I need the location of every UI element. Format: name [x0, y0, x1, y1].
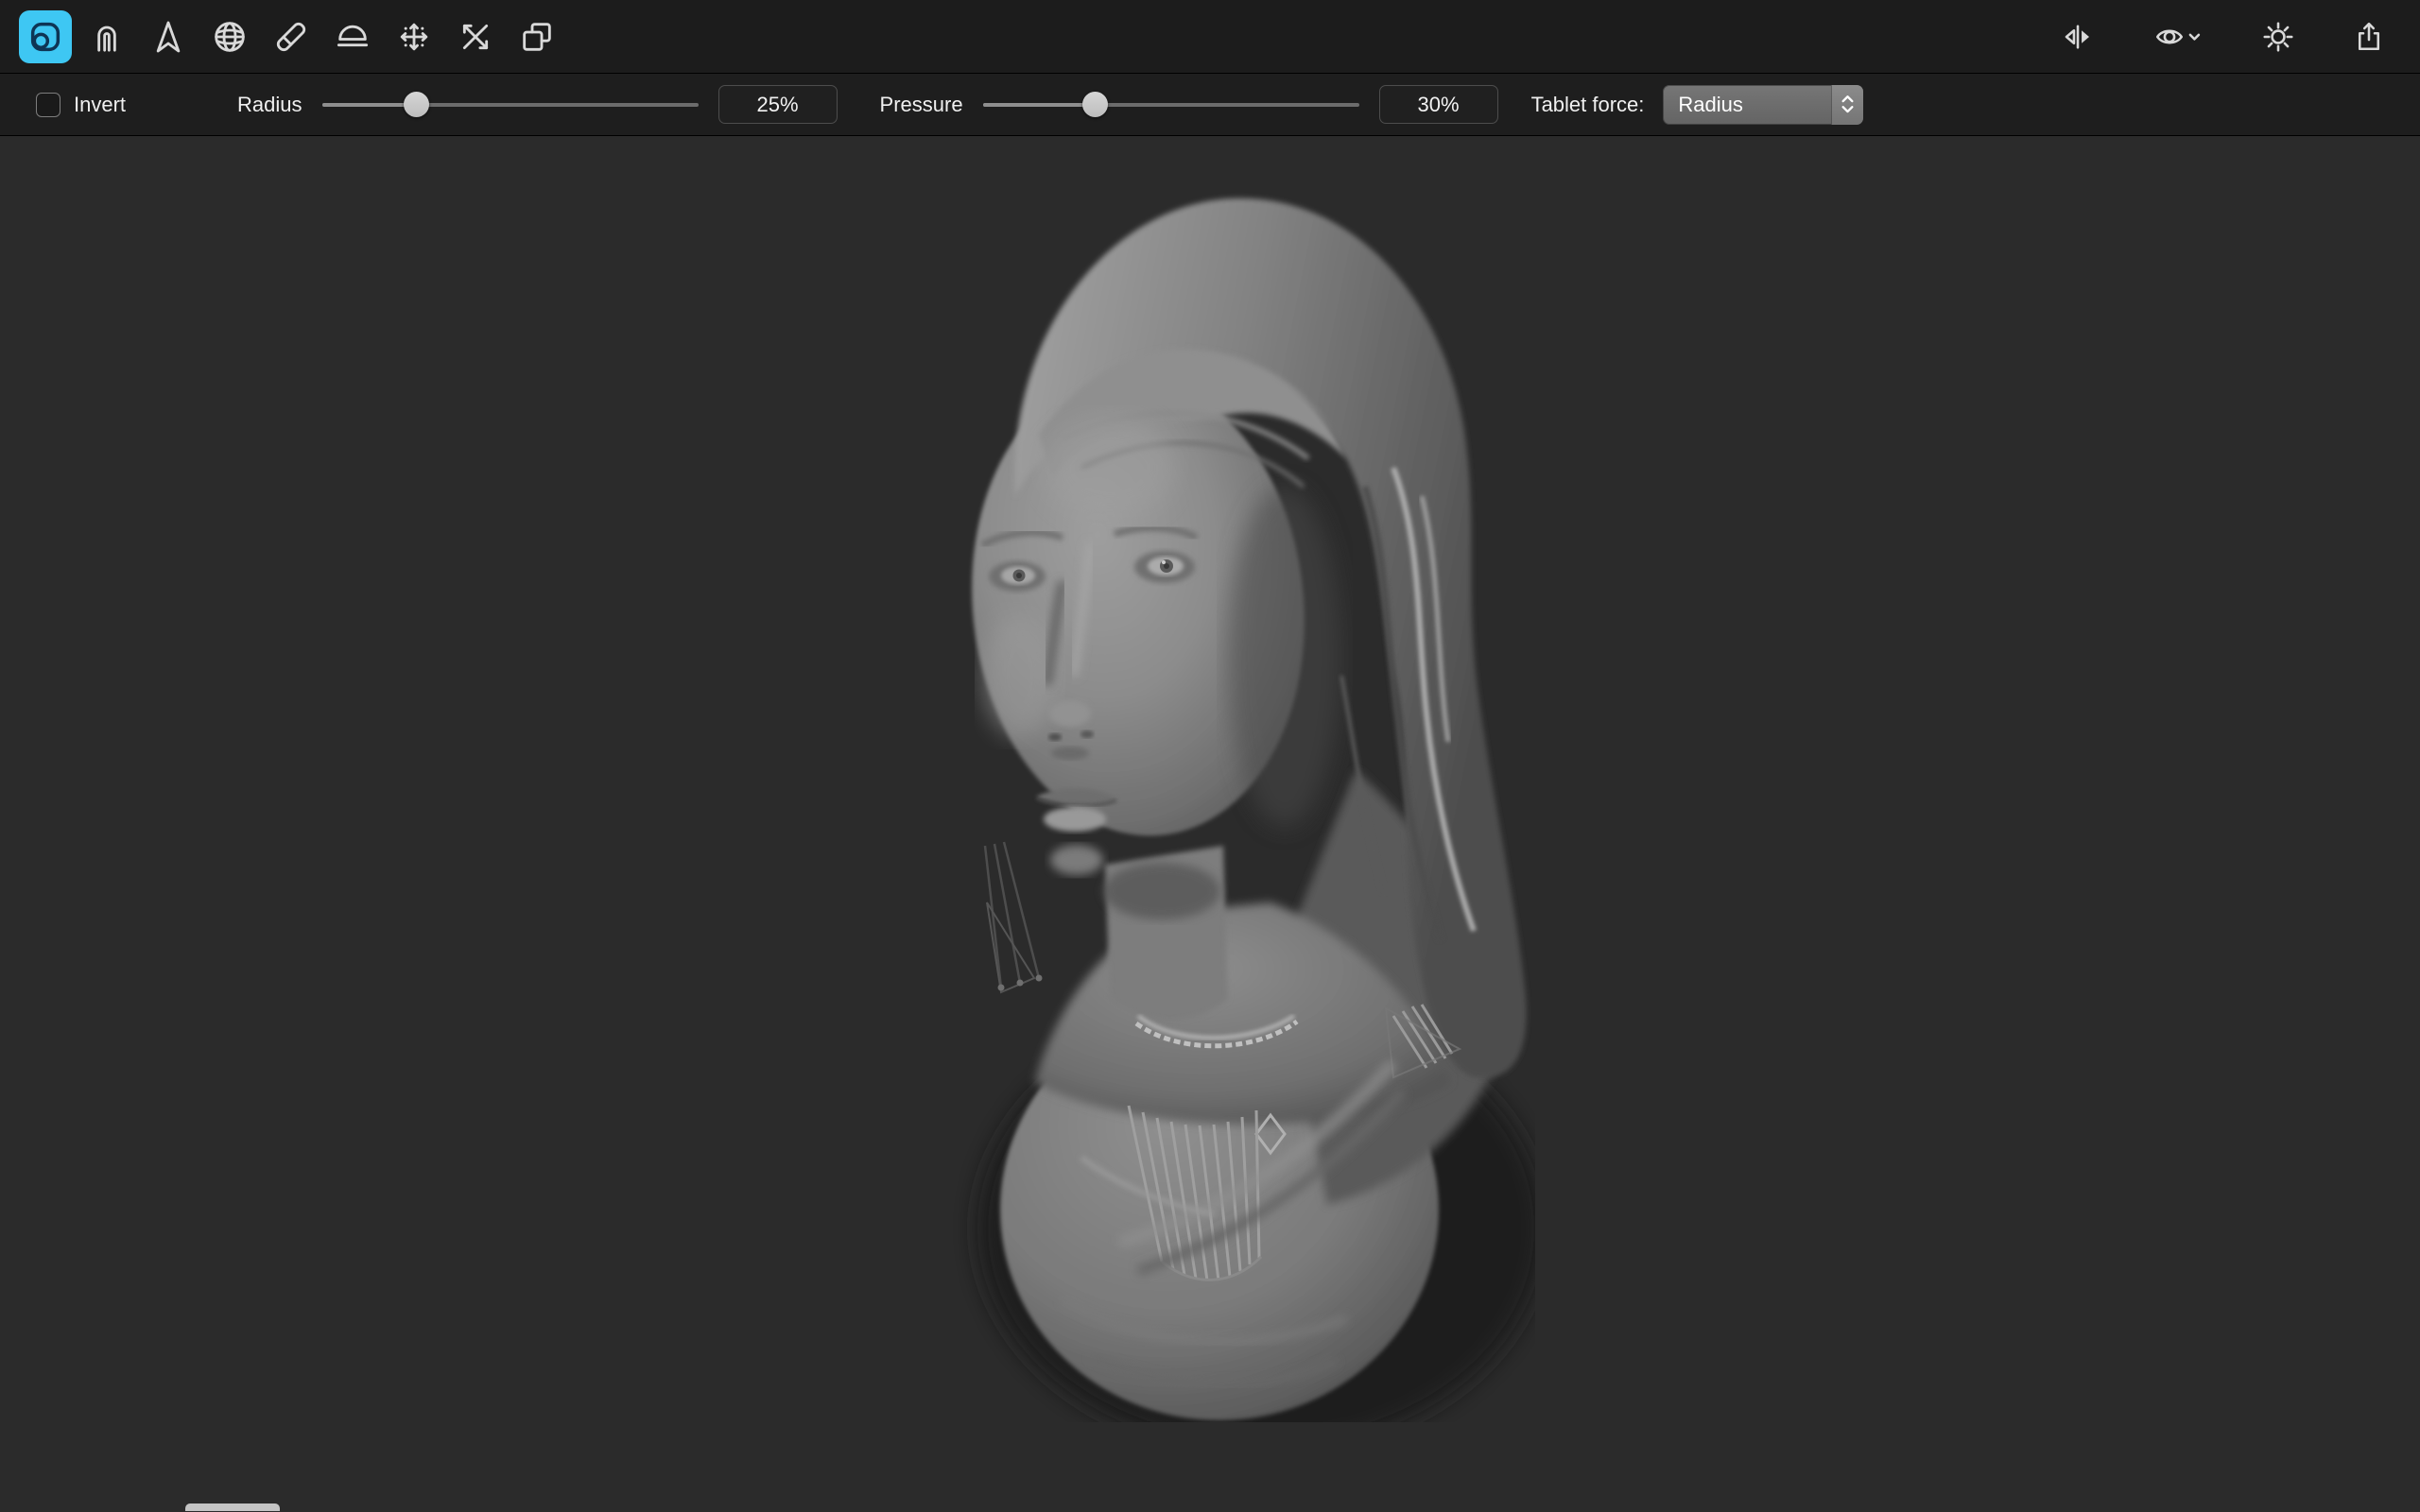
radius-slider-thumb[interactable] [403, 92, 429, 117]
sun-icon [2263, 21, 2293, 52]
pressure-value-field[interactable]: 30% [1378, 85, 1498, 124]
view-controls [2051, 10, 2401, 63]
pinch-tool[interactable] [142, 10, 195, 63]
up-down-chevrons-icon [1841, 95, 1854, 113]
invert-label: Invert [74, 92, 127, 116]
app-window: Invert Radius 25% Pressure 30% Tablet fo… [0, 0, 2420, 1512]
clay-brush-icon [30, 22, 60, 51]
four-way-arrows-icon [400, 23, 428, 50]
hemisphere-icon [337, 25, 369, 46]
radius-value-field[interactable]: 25% [717, 85, 838, 124]
pressure-slider-fill [982, 102, 1096, 107]
dropdown-stepper[interactable] [1831, 84, 1864, 125]
sculpt-brush-tool[interactable] [19, 9, 72, 63]
wireframe-globe-icon [215, 21, 245, 52]
radius-slider[interactable] [321, 86, 699, 124]
pressure-slider-thumb[interactable] [1082, 92, 1109, 117]
mirror-icon [2065, 24, 2089, 49]
invert-control[interactable]: Invert [36, 92, 127, 117]
overlapping-squares-icon [523, 22, 551, 51]
radius-label: Radius [237, 92, 302, 116]
tablet-force-label: Tablet force: [1530, 92, 1645, 116]
visibility-menu[interactable] [2142, 10, 2214, 63]
tablet-force-selected: Radius [1678, 92, 1743, 116]
arrow-peak-icon [156, 21, 181, 52]
tablet-force-select[interactable]: Radius [1663, 84, 1864, 125]
pressure-slider[interactable] [982, 86, 1359, 124]
tool-palette [19, 9, 563, 63]
crossed-arrows-icon [462, 24, 489, 49]
mirror-toggle[interactable] [2051, 10, 2104, 63]
share-button[interactable] [2342, 10, 2395, 63]
eraser-icon [276, 22, 306, 51]
pressure-label: Pressure [879, 92, 963, 116]
magnet-icon [97, 26, 116, 52]
lighting-toggle[interactable] [2252, 10, 2305, 63]
hemisphere-tool[interactable] [326, 10, 379, 63]
options-bar: Invert Radius 25% Pressure 30% Tablet fo… [0, 74, 2420, 136]
transform-tool[interactable] [510, 10, 563, 63]
expand-tool[interactable] [388, 10, 441, 63]
collapse-tool[interactable] [449, 10, 502, 63]
main-toolbar [0, 0, 2420, 74]
sculpt-model[interactable] [949, 184, 1535, 1422]
eraser-tool[interactable] [265, 10, 318, 63]
background-window-sliver[interactable] [185, 1503, 280, 1511]
invert-checkbox[interactable] [36, 92, 60, 117]
share-icon [2358, 22, 2380, 50]
magnet-tool[interactable] [80, 10, 133, 63]
eye-chevron-icon [2155, 29, 2201, 43]
sculpt-viewport[interactable] [0, 136, 2420, 1511]
radius-slider-fill [321, 102, 417, 107]
sphere-tool[interactable] [203, 10, 256, 63]
